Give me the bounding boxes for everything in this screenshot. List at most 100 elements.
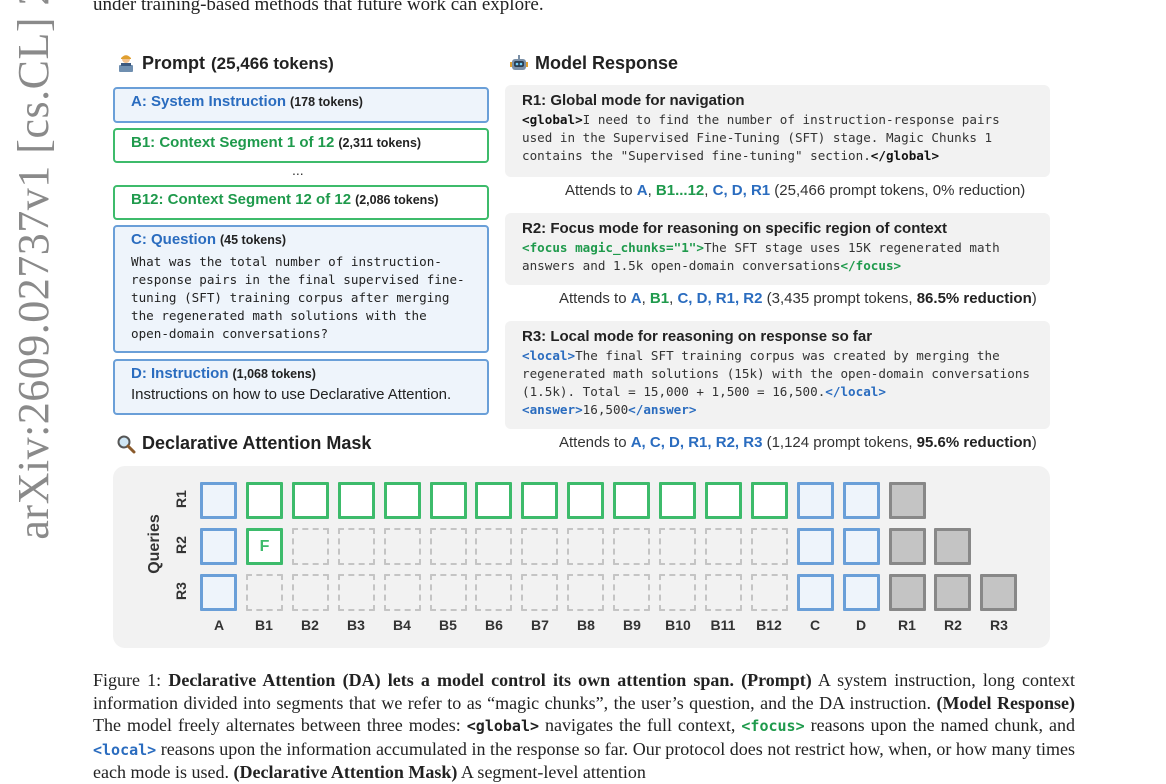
mask-column-label: B6 (485, 617, 503, 633)
mask-cell-r2-b2 (292, 528, 329, 565)
r3-attends: Attends to A, C, D, R1, R2, R3 (1,124 pr… (559, 434, 1037, 451)
mask-cell-r2-b5 (430, 528, 467, 565)
caption-headline: Declarative Attention (DA) lets a model … (168, 670, 734, 690)
robot-icon (510, 54, 528, 70)
r3-answer-close: </answer> (628, 402, 697, 417)
mask-cell-r1-b8 (567, 482, 604, 519)
mask-cell-r3-b11 (705, 574, 742, 611)
box-d-tokens: (1,068 tokens) (232, 367, 316, 381)
r1-open-tag: <global> (522, 112, 583, 127)
r2-body: <focus magic_chunks="1">The SFT stage us… (522, 239, 1036, 275)
prompt-heading: Prompt (25,466 tokens) (116, 53, 334, 74)
mask-column-label: B3 (347, 617, 365, 633)
box-b1-label: B1: Context Segment 1 of 12 (131, 134, 335, 151)
box-c-tokens: (45 tokens) (220, 233, 286, 247)
mask-cell-r1-b6 (475, 482, 512, 519)
mask-cell-r1-b3 (338, 482, 375, 519)
mask-cell-r2-c (797, 528, 834, 565)
mask-cell-r1-a (200, 482, 237, 519)
r1-attends: Attends to A, B1...12, C, D, R1 (25,466 … (565, 182, 1026, 199)
mask-cell-r3-b12 (751, 574, 788, 611)
mask-cell-r2-b3 (338, 528, 375, 565)
r3-open-tag: <local> (522, 348, 576, 363)
mask-column-label: B4 (393, 617, 411, 633)
mask-cell-r1-b11 (705, 482, 742, 519)
mask-row-label: R3 (173, 582, 189, 600)
r3-close-tag: </local> (825, 384, 886, 399)
mask-column-label: B7 (531, 617, 549, 633)
caption-fig-label: Figure (93, 670, 140, 690)
mask-column-label: B11 (710, 617, 736, 633)
mask-cell-r1-d (843, 482, 880, 519)
mask-cell-r1-b12 (751, 482, 788, 519)
mask-cell-r2-b11 (705, 528, 742, 565)
r1-body: <global>I need to find the number of ins… (522, 111, 1036, 165)
response-title: Model Response (535, 53, 679, 73)
mask-cell-r3-b3 (338, 574, 375, 611)
mask-cell-r1-b1 (246, 482, 283, 519)
mask-cell-r2-b9 (613, 528, 650, 565)
r3-body: <local>The final SFT training corpus was… (522, 347, 1036, 419)
mask-column-label: B5 (439, 617, 457, 633)
box-b12-tokens: (2,086 tokens) (355, 193, 439, 207)
mask-column-label: B1 (255, 617, 273, 633)
mask-cell-r3-r3 (980, 574, 1017, 611)
mask-column-label: A (213, 617, 225, 633)
mask-cell-r2-b4 (384, 528, 421, 565)
mask-cell-r2-b10 (659, 528, 696, 565)
mask-cell-r2-b12 (751, 528, 788, 565)
figure-caption: Figure 1: Declarative Attention (DA) let… (93, 670, 1076, 783)
mask-cell-r1-c (797, 482, 834, 519)
mask-row-label: R1 (173, 490, 189, 508)
mask-cell-r3-b9 (613, 574, 650, 611)
box-b12-label: B12: Context Segment 12 of 12 (131, 191, 352, 208)
response-r1-panel: R1: Global mode for navigation <global>I… (505, 85, 1050, 177)
mask-cell-r1-b9 (613, 482, 650, 519)
prompt-tokens: (25,466 tokens) (211, 53, 334, 73)
mask-cell-r1-b5 (430, 482, 467, 519)
mask-column-label: B12 (756, 617, 782, 633)
arxiv-side-stamp: arXiv:2609.02737v1 [cs.CL] 2 (8, 0, 58, 540)
mask-cell-r3-d (843, 574, 880, 611)
mask-cell-r3-b4 (384, 574, 421, 611)
mask-column-label: B10 (665, 617, 691, 633)
mask-cell-r2-a (200, 528, 237, 565)
magnifying-glass-icon (117, 435, 136, 453)
mask-column-label: R3 (990, 617, 1008, 633)
mask-cell-r3-b8 (567, 574, 604, 611)
r3-answer-open: <answer> (522, 402, 583, 417)
caption-local-tag: <local> (93, 740, 157, 759)
mask-cell-r3-b5 (430, 574, 467, 611)
caption-focus-tag: <focus> (741, 717, 805, 736)
mask-cell-r1-b4 (384, 482, 421, 519)
r3-answer-text: 16,500 (582, 402, 629, 417)
focus-marker: F (259, 538, 270, 555)
mask-cell-r2-b8 (567, 528, 604, 565)
mask-cell-r1-b7 (521, 482, 558, 519)
caption-global-tag: <global> (466, 717, 540, 736)
instruction-text: Instructions on how to use Declarative A… (131, 386, 452, 403)
mask-column-label: B8 (577, 617, 595, 633)
prompt-title: Prompt (142, 53, 205, 73)
prompt-box-d: D: Instruction (1,068 tokens) Instruction… (113, 359, 489, 415)
box-d-label: D: Instruction (131, 365, 229, 382)
prompt-box-b12: B12: Context Segment 12 of 12 (2,086 toke… (113, 185, 489, 220)
mask-column-label: R2 (944, 617, 962, 633)
mask-cell-r1-b10 (659, 482, 696, 519)
mask-cell-r3-r2 (934, 574, 971, 611)
mask-column-label: R1 (898, 617, 916, 633)
mask-column-label: C (809, 617, 821, 633)
mask-cell-r2-b6 (475, 528, 512, 565)
prompt-box-b1: B1: Context Segment 1 of 12 (2,311 tokens… (113, 128, 489, 163)
mask-cell-r3-c (797, 574, 834, 611)
body-text-top-line: under training-based methods that future… (93, 0, 544, 15)
response-heading: Model Response (509, 53, 678, 74)
r2-close-tag: </focus> (840, 258, 902, 273)
mask-cell-r2-b7 (521, 528, 558, 565)
r1-close-tag: </global> (870, 148, 940, 163)
box-a-tokens: (178 tokens) (290, 95, 363, 109)
mask-column-label: D (855, 617, 867, 633)
mask-cell-r3-a (200, 574, 237, 611)
mask-cell-r2-b1: F (246, 528, 283, 565)
box-a-label: A: System Instruction (131, 93, 287, 110)
